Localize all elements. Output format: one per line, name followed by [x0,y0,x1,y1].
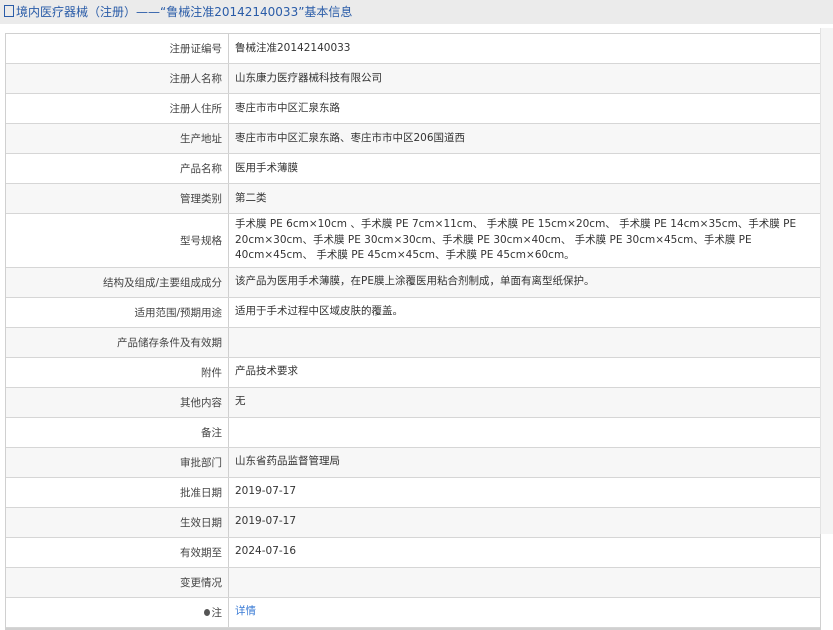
field-label: 生效日期 [6,507,229,538]
field-label: 附件 [6,357,229,388]
field-label: 注册证编号 [6,34,229,64]
field-label: 注册人名称 [6,63,229,94]
table-row: 适用范围/预期用途 适用于手术过程中区域皮肤的覆盖。 [6,297,820,328]
table-row: 产品名称 医用手术薄膜 [6,153,820,184]
field-label: 产品储存条件及有效期 [6,327,229,358]
field-label: 结构及组成/主要组成成分 [6,267,229,298]
table-row: 备注 [6,417,820,448]
field-value [228,417,820,448]
table-row: 变更情况 [6,567,820,598]
field-label: 批准日期 [6,477,229,508]
field-value: 医用手术薄膜 [228,153,820,184]
field-label: 生产地址 [6,123,229,154]
table-row: 生效日期 2019-07-17 [6,507,820,538]
table-row: 结构及组成/主要组成成分 该产品为医用手术薄膜，在PE膜上涂覆医用粘合剂制成，单面… [6,267,820,298]
field-value: 2024-07-16 [228,537,820,568]
field-value: 2019-07-17 [228,477,820,508]
info-table: 注册证编号 鲁械注准20142140033 注册人名称 山东康力医疗器械科技有限公司注… [5,33,821,630]
details-link[interactable]: 详情 [235,605,256,617]
table-row: 注册人名称 山东康力医疗器械科技有限公司 [6,63,820,94]
table-row: 注册证编号 鲁械注准20142140033 [6,34,820,64]
table-row: 注详情 [6,597,820,628]
field-value: 第二类 [228,183,820,214]
field-label: 注册人住所 [6,93,229,124]
field-value: 2019-07-17 [228,507,820,538]
field-label: 变更情况 [6,567,229,598]
table-row: 附件 产品技术要求 [6,357,820,388]
field-label: 其他内容 [6,387,229,418]
table-row: 有效期至 2024-07-16 [6,537,820,568]
note-label: 注 [211,606,223,619]
table-row: 其他内容无 [6,387,820,418]
field-value: 该产品为医用手术薄膜，在PE膜上涂覆医用粘合剂制成，单面有离型纸保护。 [228,267,820,298]
field-value: 手术膜 PE 6cm×10cm 、手术膜 PE 7cm×11cm、 手术膜 PE… [228,213,820,268]
table-row: 管理类别 第二类 [6,183,820,214]
table-row: 批准日期 2019-07-17 [6,477,820,508]
page-title: 境内医疗器械（注册）——“鲁械注准20142140033”基本信息 [16,5,353,19]
field-value: 产品技术要求 [228,357,820,388]
document-icon [4,5,14,17]
field-label: 产品名称 [6,153,229,184]
pin-icon [203,608,210,616]
table-row: 产品储存条件及有效期 [6,327,820,358]
field-value: 无 [228,387,820,418]
table-row: 审批部门 山东省药品监督管理局 [6,447,820,478]
scrollbar[interactable] [820,28,833,534]
field-label: 适用范围/预期用途 [6,297,229,328]
field-value: 枣庄市市中区汇泉东路 [228,93,820,124]
field-label: 注 [6,597,229,628]
field-value: 枣庄市市中区汇泉东路、枣庄市市中区206国道西 [228,123,820,154]
field-value: 鲁械注准20142140033 [228,34,820,64]
field-value: 山东省药品监督管理局 [228,447,820,478]
field-label: 审批部门 [6,447,229,478]
table-row: 注册人住所 枣庄市市中区汇泉东路 [6,93,820,124]
table-row: 生产地址 枣庄市市中区汇泉东路、枣庄市市中区206国道西 [6,123,820,154]
field-value: 适用于手术过程中区域皮肤的覆盖。 [228,297,820,328]
field-value [228,567,820,598]
field-label: 管理类别 [6,183,229,214]
field-label: 备注 [6,417,229,448]
table-row: 型号规格 手术膜 PE 6cm×10cm 、手术膜 PE 7cm×11cm、 手术… [6,213,820,268]
page-header: 境内医疗器械（注册）——“鲁械注准20142140033”基本信息 [0,0,833,24]
field-value [228,327,820,358]
field-label: 型号规格 [6,213,229,268]
field-value: 山东康力医疗器械科技有限公司 [228,63,820,94]
field-label: 有效期至 [6,537,229,568]
